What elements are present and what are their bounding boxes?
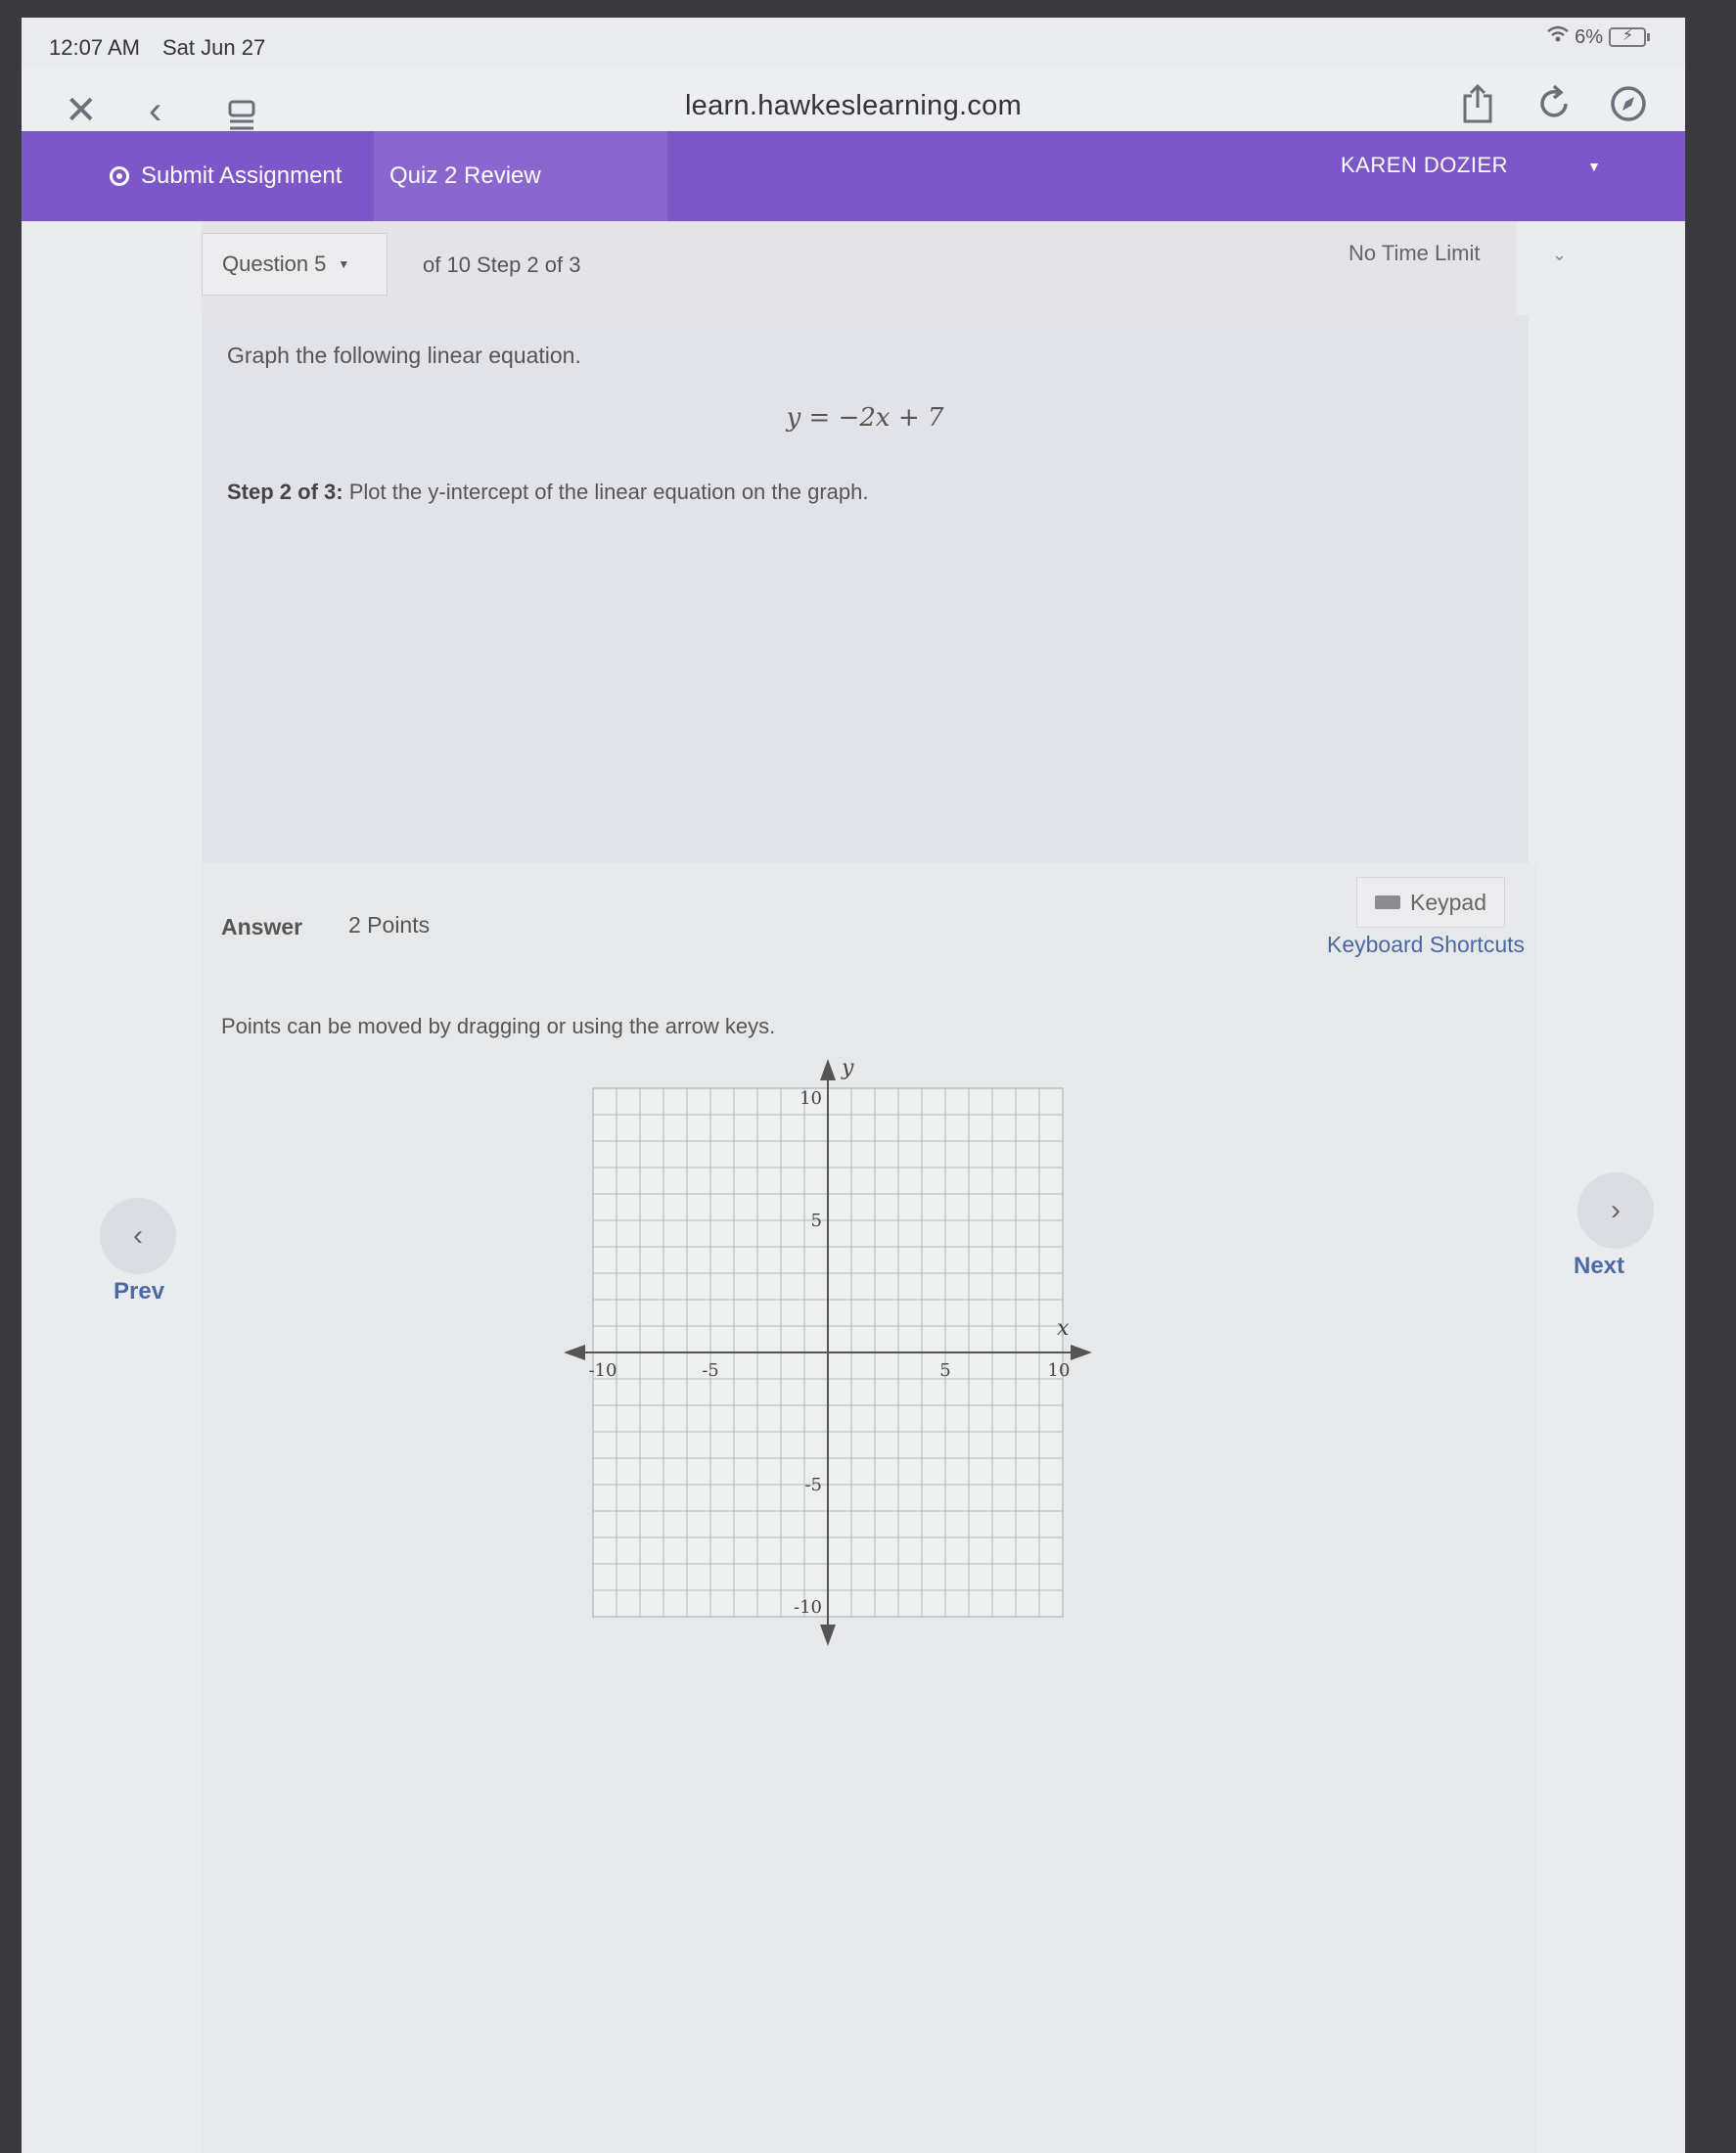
step-label: Step 2 of 3: — [227, 480, 343, 504]
y-axis-arrow-down — [820, 1625, 836, 1646]
status-time: 12:07 AM — [49, 35, 140, 60]
y-axis-arrow-up — [820, 1059, 836, 1080]
y-tick-label: -10 — [794, 1597, 822, 1618]
y-tick-label: 5 — [811, 1211, 822, 1231]
y-tick-label: -5 — [804, 1475, 822, 1495]
url-bar[interactable]: learn.hawkeslearning.com — [22, 90, 1685, 122]
caret-down-icon: ▼ — [338, 257, 350, 271]
x-tick-label: 10 — [1048, 1360, 1071, 1381]
submit-assignment-button[interactable]: Submit Assignment — [84, 131, 372, 221]
submit-label: Submit Assignment — [141, 162, 343, 189]
answer-panel: Answer 2 Points Keypad Keyboard Shortcut… — [202, 863, 1536, 2153]
assignment-nav: Submit Assignment Quiz 2 Review KAREN DO… — [22, 131, 1685, 221]
x-tick-label: 5 — [939, 1360, 950, 1381]
x-axis-arrow-right — [1071, 1345, 1092, 1360]
wifi-icon — [1547, 25, 1569, 49]
keypad-label: Keypad — [1409, 889, 1486, 915]
time-limit: No Time Limit — [1348, 241, 1481, 265]
chevron-right-icon: › — [1611, 1194, 1621, 1226]
step-instruction: Step 2 of 3: Plot the y-intercept of the… — [227, 480, 868, 505]
share-icon[interactable] — [1460, 82, 1495, 137]
question-select[interactable]: Question 5 ▼ — [202, 233, 388, 296]
status-bar: 12:07 AM Sat Jun 27 6% ⚡ — [22, 18, 1685, 67]
question-prompt: Graph the following linear equation. — [227, 343, 581, 368]
points-label: 2 Points — [348, 912, 431, 938]
x-tick-label: -5 — [702, 1360, 719, 1381]
equation: y = −2x + 7 — [786, 403, 944, 433]
timer-icon[interactable]: ⌄ — [1552, 245, 1567, 265]
step-description: Plot the y-intercept of the linear equat… — [343, 480, 869, 504]
battery-icon: ⚡ — [1609, 27, 1650, 47]
reload-icon[interactable] — [1536, 84, 1574, 135]
question-header: Question 5 ▼ of 10 Step 2 of 3 No Time L… — [202, 221, 1567, 316]
x-axis-arrow-left — [564, 1345, 585, 1360]
next-label[interactable]: Next — [1574, 1253, 1624, 1280]
chevron-left-icon: ‹ — [133, 1219, 143, 1252]
quiz-title: Quiz 2 Review — [374, 131, 667, 221]
user-menu[interactable]: KAREN DOZIER — [1341, 153, 1508, 178]
coordinate-graph[interactable]: x y -10 -5 5 10 10 5 -5 -10 — [564, 1049, 1092, 1734]
status-date: Sat Jun 27 — [162, 35, 266, 60]
screen: 12:07 AM Sat Jun 27 6% ⚡ ✕ ‹ learn.hawke… — [22, 18, 1685, 2153]
y-tick-label: 10 — [799, 1088, 822, 1109]
keyboard-icon — [1374, 895, 1400, 909]
caret-down-icon[interactable]: ▼ — [1587, 159, 1601, 174]
keyboard-shortcuts-link[interactable]: Keyboard Shortcuts — [1327, 932, 1525, 958]
next-button[interactable]: › — [1577, 1172, 1654, 1249]
prev-label[interactable]: Prev — [114, 1278, 164, 1306]
question-body: Graph the following linear equation. y =… — [202, 315, 1529, 864]
x-axis-label: x — [1057, 1316, 1070, 1341]
battery-percent: 6% — [1575, 25, 1603, 48]
answer-label: Answer — [221, 914, 303, 939]
x-tick-label: -10 — [589, 1360, 617, 1381]
status-right: 6% ⚡ — [1547, 25, 1650, 49]
prev-button[interactable]: ‹ — [100, 1198, 176, 1274]
keypad-button[interactable]: Keypad — [1356, 877, 1505, 928]
step-info: of 10 Step 2 of 3 — [423, 252, 581, 277]
y-axis-label: y — [841, 1056, 854, 1080]
drag-hint: Points can be moved by dragging or using… — [221, 1014, 776, 1038]
compass-icon[interactable] — [1609, 84, 1648, 135]
question-select-label: Question 5 — [222, 252, 327, 276]
submit-circle-icon — [110, 166, 129, 186]
